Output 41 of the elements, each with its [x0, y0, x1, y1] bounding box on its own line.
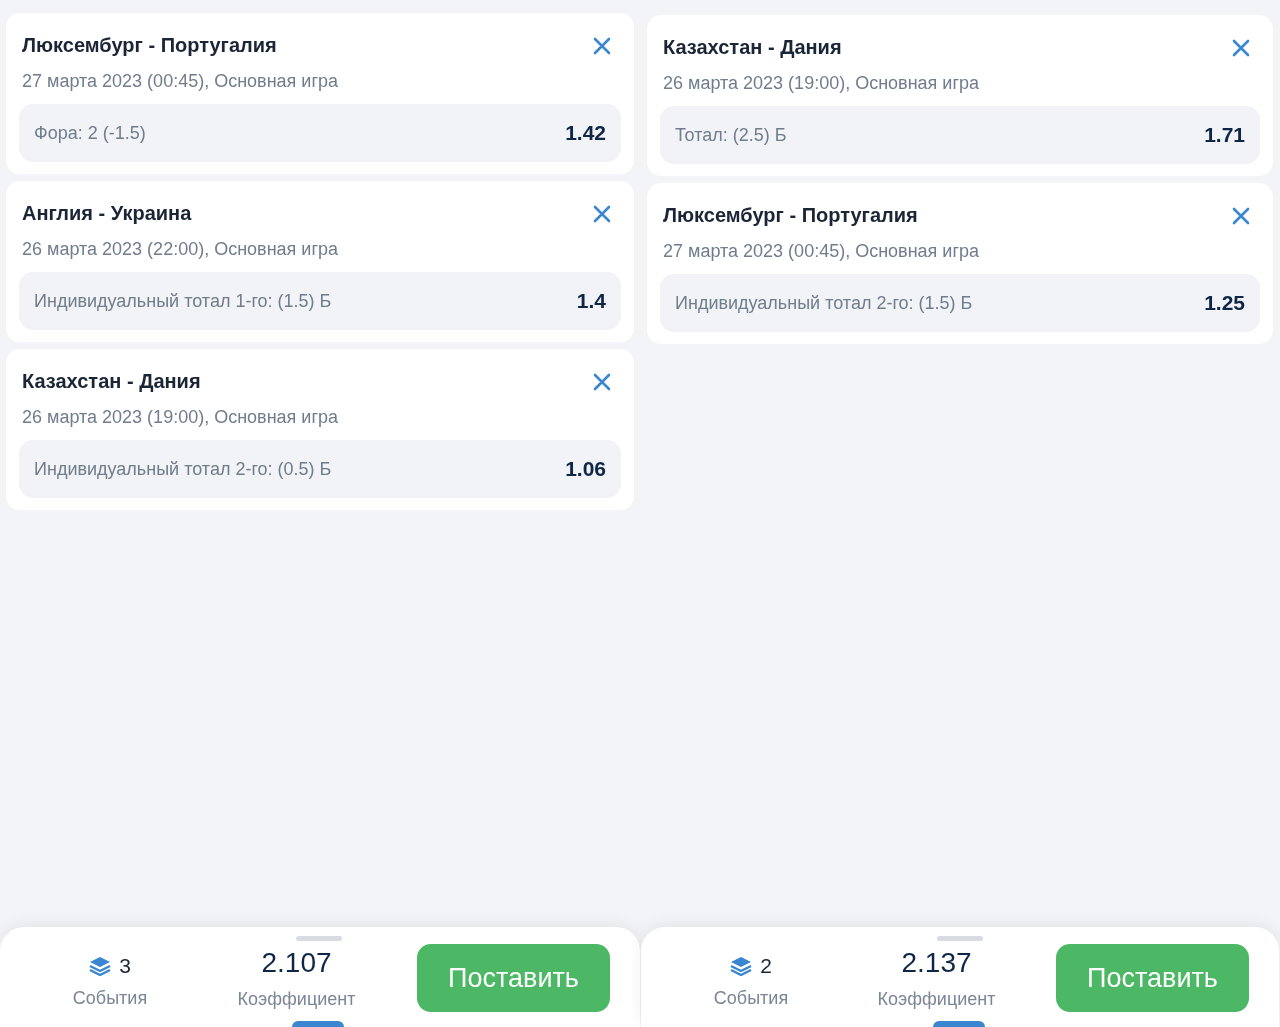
- market-label: Индивидуальный тотал 1-го: (1.5) Б: [34, 289, 332, 313]
- match-title: Казахстан - Дания: [22, 369, 201, 393]
- odds-value: 1.25: [1204, 290, 1245, 317]
- close-icon[interactable]: [1232, 39, 1250, 57]
- events-count: 3: [119, 952, 131, 979]
- odds-value: 1.4: [576, 288, 606, 315]
- total-coefficient: 2.137: [901, 945, 972, 980]
- drag-handle[interactable]: [937, 936, 983, 941]
- market-label: Индивидуальный тотал 2-го: (0.5) Б: [34, 457, 332, 481]
- place-bet-button[interactable]: Поставить: [1056, 944, 1249, 1012]
- layers-icon: [89, 955, 112, 976]
- match-title: Казахстан - Дания: [663, 35, 842, 59]
- match-date: 26 марта 2023 (19:00), Основная игра: [663, 73, 979, 93]
- market-label: Фора: 2 (-1.5): [34, 121, 146, 145]
- place-bet-button[interactable]: Поставить: [417, 944, 610, 1012]
- events-count: 2: [760, 952, 772, 979]
- coefficient-label: Коэффициент: [237, 987, 356, 1011]
- match-date: 27 марта 2023 (00:45), Основная игра: [663, 241, 979, 261]
- market-label: Индивидуальный тотал 2-го: (1.5) Б: [675, 291, 973, 315]
- close-icon[interactable]: [593, 37, 611, 55]
- events-label: События: [713, 987, 789, 1011]
- drag-handle[interactable]: [296, 936, 342, 941]
- odds-value: 1.06: [565, 456, 606, 483]
- circle-edge: [292, 1021, 344, 1027]
- layers-icon: [730, 955, 753, 976]
- close-icon[interactable]: [593, 373, 611, 391]
- close-icon[interactable]: [593, 205, 611, 223]
- coefficient-label: Коэффициент: [877, 987, 996, 1011]
- circle-edge: [933, 1021, 985, 1027]
- match-title: Люксембург - Португалия: [663, 203, 918, 227]
- odds-value: 1.42: [565, 120, 606, 147]
- match-title: Англия - Украина: [22, 201, 192, 225]
- events-label: События: [72, 987, 148, 1011]
- close-icon[interactable]: [1232, 207, 1250, 225]
- match-title: Люксембург - Португалия: [22, 33, 277, 57]
- market-label: Тотал: (2.5) Б: [675, 123, 787, 147]
- match-date: 26 марта 2023 (22:00), Основная игра: [22, 239, 338, 259]
- match-date: 27 марта 2023 (00:45), Основная игра: [22, 71, 338, 91]
- odds-value: 1.71: [1204, 122, 1245, 149]
- total-coefficient: 2.107: [261, 945, 332, 980]
- match-date: 26 марта 2023 (19:00), Основная игра: [22, 407, 338, 427]
